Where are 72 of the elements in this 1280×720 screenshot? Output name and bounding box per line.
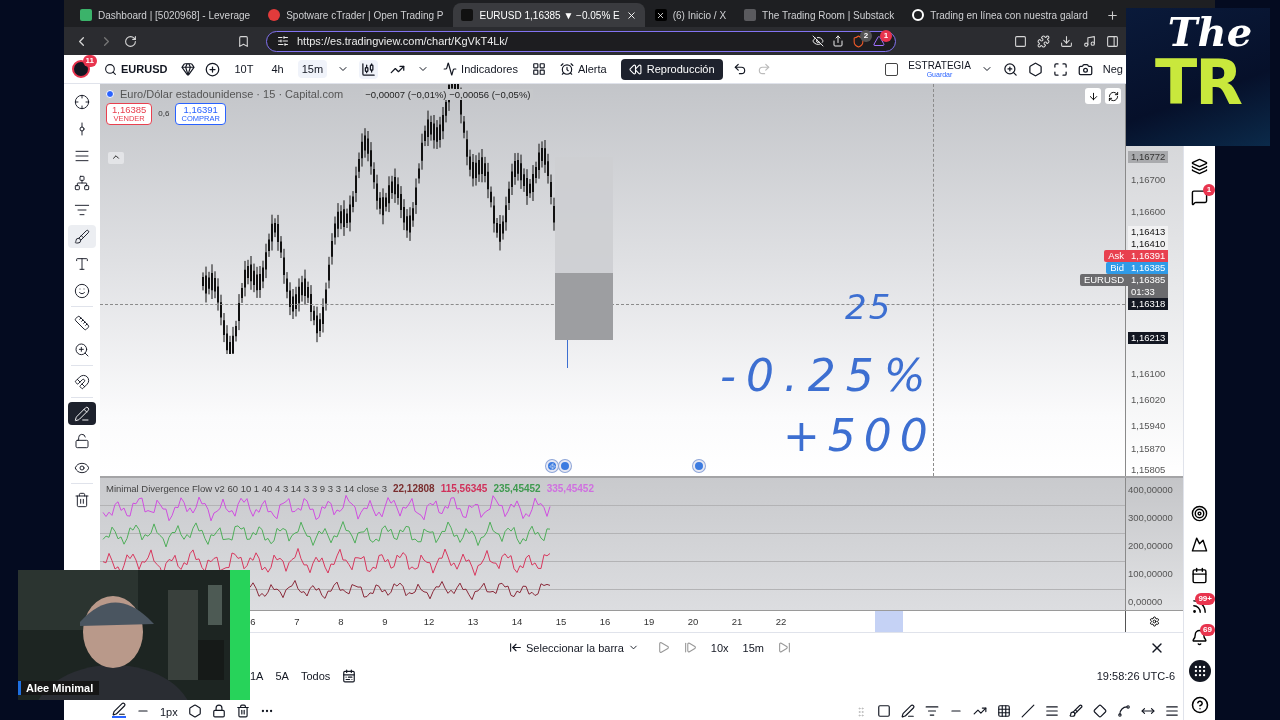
axis-label: 300,00000 bbox=[1128, 512, 1174, 523]
select-bar-button[interactable]: Seleccionar la barra bbox=[505, 638, 643, 657]
price-label: 1,15870 bbox=[1130, 442, 1167, 455]
indicator-value: 22,12808 bbox=[392, 483, 435, 494]
badge: 1 bbox=[1203, 184, 1215, 196]
browser-tab[interactable]: Dashboard | [5020968] - Leverage bbox=[72, 3, 259, 27]
time-label: 22 bbox=[774, 616, 788, 627]
price-label: 1,16772 bbox=[1128, 150, 1169, 163]
presenter-name: Alee Minimal bbox=[18, 681, 100, 695]
price-label: 1,16213 bbox=[1128, 331, 1169, 344]
handwritten-note: 25 bbox=[845, 290, 893, 324]
price-change: −0,00007 (−0,01%) −0,00056 (−0,05%) bbox=[363, 88, 533, 100]
logo-script-text: The bbox=[1167, 12, 1253, 52]
badge: 1 bbox=[880, 30, 892, 42]
time-label: 9 bbox=[381, 616, 389, 627]
range-button[interactable]: 1A bbox=[250, 670, 264, 682]
price-label: 1,16020 bbox=[1130, 394, 1167, 407]
alert-button[interactable]: Alerta bbox=[555, 59, 611, 79]
time-label: 14 bbox=[510, 616, 524, 627]
indicator-value: 335,45452 bbox=[546, 483, 594, 494]
axis-label: 100,00000 bbox=[1128, 568, 1174, 579]
price-label: 1,16413 bbox=[1128, 225, 1169, 238]
axis-label: 0,00000 bbox=[1128, 596, 1164, 607]
time-label: 6 bbox=[249, 616, 257, 627]
range-button[interactable]: 5A bbox=[275, 670, 289, 682]
symbol-title: Euro/Dólar estadounidense · 15 · Capital.com bbox=[120, 88, 344, 100]
time-label: 13 bbox=[466, 616, 480, 627]
browser-tab[interactable]: Spotware cTrader | Open Trading P bbox=[260, 3, 452, 27]
spread-value: 0,6 bbox=[158, 109, 170, 119]
axis-label: 200,00000 bbox=[1128, 540, 1174, 551]
indicator-title: Minimal Divergence Flow v2 60 10 1 40 4 3 14 3 3 9 3 3 14 close 3 bbox=[106, 483, 387, 494]
trade-label[interactable]: Neg bbox=[1102, 63, 1123, 75]
symbol-search-button[interactable]: EURUSD bbox=[100, 59, 172, 79]
badge: 69 bbox=[1200, 624, 1215, 636]
time-label: 20 bbox=[686, 616, 700, 627]
interval-button[interactable]: 10T bbox=[230, 60, 258, 78]
time-label: 21 bbox=[730, 616, 744, 627]
interval-button[interactable]: 15m bbox=[297, 60, 328, 78]
handwritten-note: +500 bbox=[783, 414, 936, 458]
range-button[interactable]: Todos bbox=[300, 670, 331, 682]
replay-button[interactable]: Reproducción bbox=[620, 58, 723, 80]
price-label: 1,16600 bbox=[1130, 206, 1167, 219]
address-field[interactable]: https://es.tradingview.com/chart/KgVkT4Lk/ 2 1 bbox=[266, 30, 896, 52]
handwritten-note: -0.25% bbox=[720, 354, 936, 398]
time-label: 7 bbox=[293, 616, 301, 627]
price-label: 1,15940 bbox=[1130, 420, 1167, 433]
badge: 11 bbox=[82, 55, 97, 67]
interval-button[interactable]: 15m bbox=[742, 641, 764, 654]
clock-text: 19:58:26 UTC-6 bbox=[1096, 670, 1175, 682]
browser-tab[interactable]: (6) Inicio / X bbox=[646, 3, 735, 27]
price-label: 1,16100 bbox=[1130, 368, 1167, 381]
time-label: 12 bbox=[422, 616, 436, 627]
browser-tab[interactable]: Trading en línea con nuestra galard bbox=[904, 3, 1096, 27]
time-label: 19 bbox=[642, 616, 656, 627]
indicators-button[interactable]: Indicadores bbox=[439, 59, 522, 79]
indicator-value: 235,45452 bbox=[493, 483, 541, 494]
time-label: 8 bbox=[337, 616, 345, 627]
line-width-button[interactable]: 1px bbox=[160, 706, 178, 718]
axis-label: 400,00000 bbox=[1128, 484, 1174, 495]
browser-tab[interactable]: EURUSD 1,16385 ▼ −0.05% E bbox=[453, 3, 645, 27]
browser-tab[interactable]: The Trading Room | Substack bbox=[736, 3, 903, 27]
badge: 2 bbox=[860, 29, 872, 42]
price-label: 1,16700 bbox=[1130, 174, 1167, 186]
time-label: 16 bbox=[598, 616, 612, 627]
time-label: 15 bbox=[554, 616, 568, 627]
indicator-value: 115,56345 bbox=[440, 483, 488, 494]
interval-button[interactable]: 4h bbox=[267, 60, 288, 78]
layout-name: ESTRATEGIA bbox=[908, 60, 971, 71]
logo-letters: TR bbox=[1154, 52, 1241, 114]
speed-button[interactable]: 10x bbox=[710, 641, 729, 654]
badge: 99+ bbox=[1195, 593, 1215, 605]
price-label: 1,15805 bbox=[1130, 463, 1167, 476]
